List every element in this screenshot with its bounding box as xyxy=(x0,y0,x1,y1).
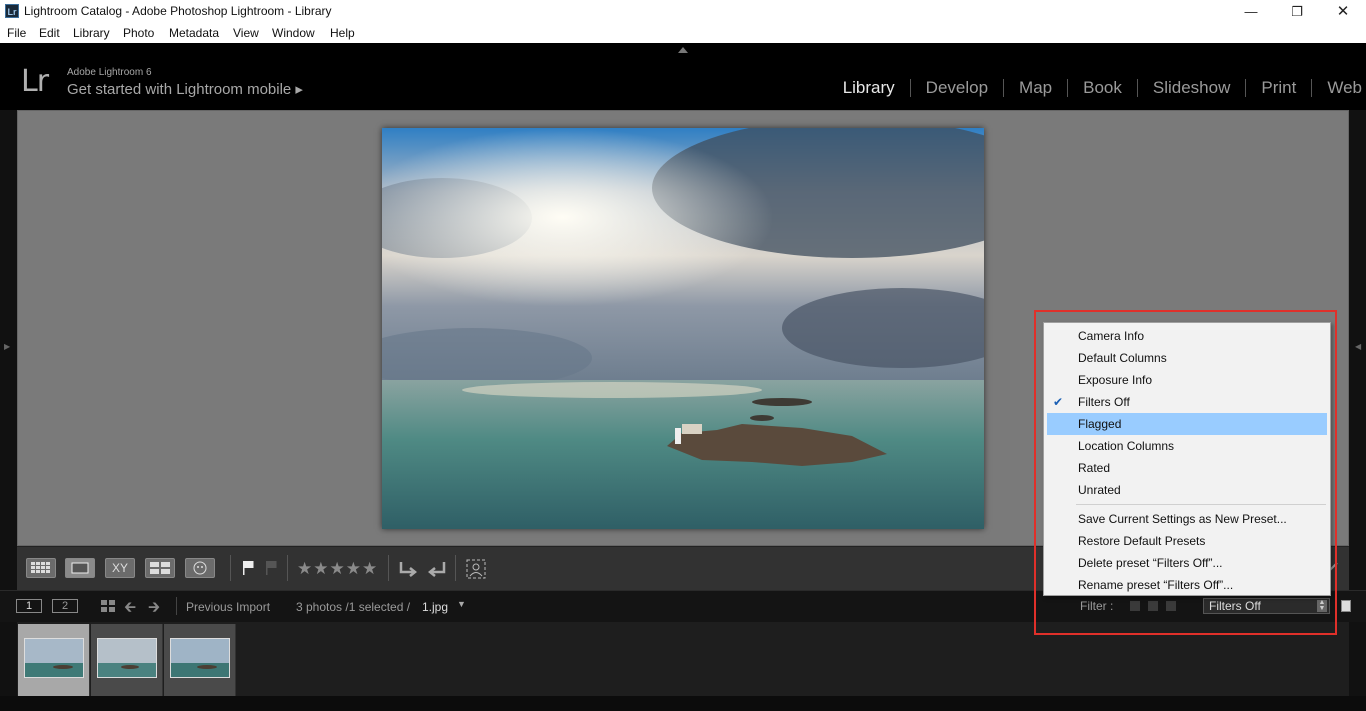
menu-view[interactable]: View xyxy=(233,26,259,40)
filmstrip-thumbnail-3[interactable] xyxy=(164,624,236,696)
toolbar-divider xyxy=(455,555,456,581)
left-panel-collapsed[interactable]: ▶ xyxy=(0,110,17,590)
thumbnail-image xyxy=(97,638,157,678)
module-develop[interactable]: Develop xyxy=(911,79,1005,97)
menu-edit[interactable]: Edit xyxy=(39,26,60,40)
rotate-right-icon[interactable] xyxy=(426,558,448,580)
thumbnail-image xyxy=(170,638,230,678)
lightroom-app-icon: Lr xyxy=(5,4,19,18)
survey-view-button[interactable] xyxy=(145,558,175,578)
loupe-view-icon xyxy=(71,562,89,574)
flag-pick-icon[interactable] xyxy=(241,559,257,577)
annotation-highlight-box xyxy=(1034,310,1337,635)
lightroom-logo: Lr xyxy=(21,64,49,99)
app-version: Adobe Lightroom 6 xyxy=(67,67,152,78)
seascape-photo-image xyxy=(382,128,984,529)
loupe-view-button[interactable] xyxy=(65,558,95,578)
toolbar-divider xyxy=(388,555,389,581)
collapse-top-panel-icon[interactable] xyxy=(678,47,688,53)
mobile-promo-link[interactable]: Get started with Lightroom mobile ▸ xyxy=(67,80,303,98)
module-map[interactable]: Map xyxy=(1004,79,1069,97)
module-book[interactable]: Book xyxy=(1068,79,1138,97)
header-divider xyxy=(176,597,177,615)
menu-window[interactable]: Window xyxy=(272,26,315,40)
secondary-window-button[interactable]: 2 xyxy=(52,599,78,613)
menu-file[interactable]: File xyxy=(7,26,26,40)
menu-bar: File Edit Library Photo Metadata View Wi… xyxy=(0,23,1366,43)
source-label[interactable]: Previous Import xyxy=(186,600,270,614)
filmstrip-thumbnail-1[interactable] xyxy=(18,624,90,696)
bottom-panel-edge xyxy=(0,696,1366,711)
module-slideshow[interactable]: Slideshow xyxy=(1138,79,1247,97)
forward-arrow-icon[interactable]: 🡲 xyxy=(148,597,160,622)
menu-metadata[interactable]: Metadata xyxy=(169,26,219,40)
expand-left-panel-icon[interactable]: ▶ xyxy=(4,342,10,351)
back-arrow-icon[interactable]: 🡰 xyxy=(124,597,136,622)
compare-view-button[interactable]: XY xyxy=(105,558,135,578)
main-photo[interactable] xyxy=(382,128,984,529)
thumbnail-image xyxy=(24,638,84,678)
filter-lock-icon[interactable] xyxy=(1341,600,1351,612)
seascape-thumbnail-icon xyxy=(98,639,156,677)
seascape-thumbnail-icon xyxy=(25,639,83,677)
selected-filename[interactable]: 1.jpg xyxy=(422,600,448,614)
menu-photo[interactable]: Photo xyxy=(123,26,154,40)
module-library[interactable]: Library xyxy=(828,79,911,97)
window-title: Lightroom Catalog - Adobe Photoshop Ligh… xyxy=(24,4,332,18)
people-view-button[interactable] xyxy=(185,558,215,578)
restore-icon[interactable]: ❐ xyxy=(1274,0,1320,23)
seascape-thumbnail-icon xyxy=(171,639,229,677)
rotate-left-icon[interactable] xyxy=(397,558,419,580)
grid-view-icon xyxy=(31,562,50,573)
grid-view-button[interactable] xyxy=(26,558,56,578)
module-picker: Library Develop Map Book Slideshow Print… xyxy=(828,79,1362,97)
module-web[interactable]: Web xyxy=(1312,79,1362,97)
minimize-icon[interactable]: — xyxy=(1228,0,1274,23)
menu-help[interactable]: Help xyxy=(330,26,355,40)
window-title-bar: Lr Lightroom Catalog - Adobe Photoshop L… xyxy=(0,0,1366,23)
survey-view-icon xyxy=(150,562,170,574)
module-print[interactable]: Print xyxy=(1246,79,1313,97)
main-window-button[interactable]: 1 xyxy=(16,599,42,613)
toolbar-divider xyxy=(287,555,288,581)
people-view-icon xyxy=(193,561,207,575)
toolbar-divider xyxy=(230,555,231,581)
flag-reject-icon[interactable] xyxy=(264,559,280,577)
filmstrip-thumbnail-2[interactable] xyxy=(91,624,163,696)
photo-count: 3 photos /1 selected / xyxy=(296,600,411,614)
star-rating[interactable]: ★★★★★ xyxy=(297,559,378,579)
filename-dropdown-icon[interactable]: ▼ xyxy=(457,599,466,609)
right-panel-collapsed[interactable]: ◀ xyxy=(1349,110,1366,590)
expand-right-panel-icon[interactable]: ◀ xyxy=(1355,342,1361,351)
grid-shortcut-icon[interactable] xyxy=(100,599,116,613)
identity-plate-bar: Lr Adobe Lightroom 6 Get started with Li… xyxy=(0,43,1366,110)
menu-library[interactable]: Library xyxy=(73,26,110,40)
face-region-icon[interactable] xyxy=(464,557,488,581)
close-icon[interactable]: ✕ xyxy=(1320,0,1366,23)
